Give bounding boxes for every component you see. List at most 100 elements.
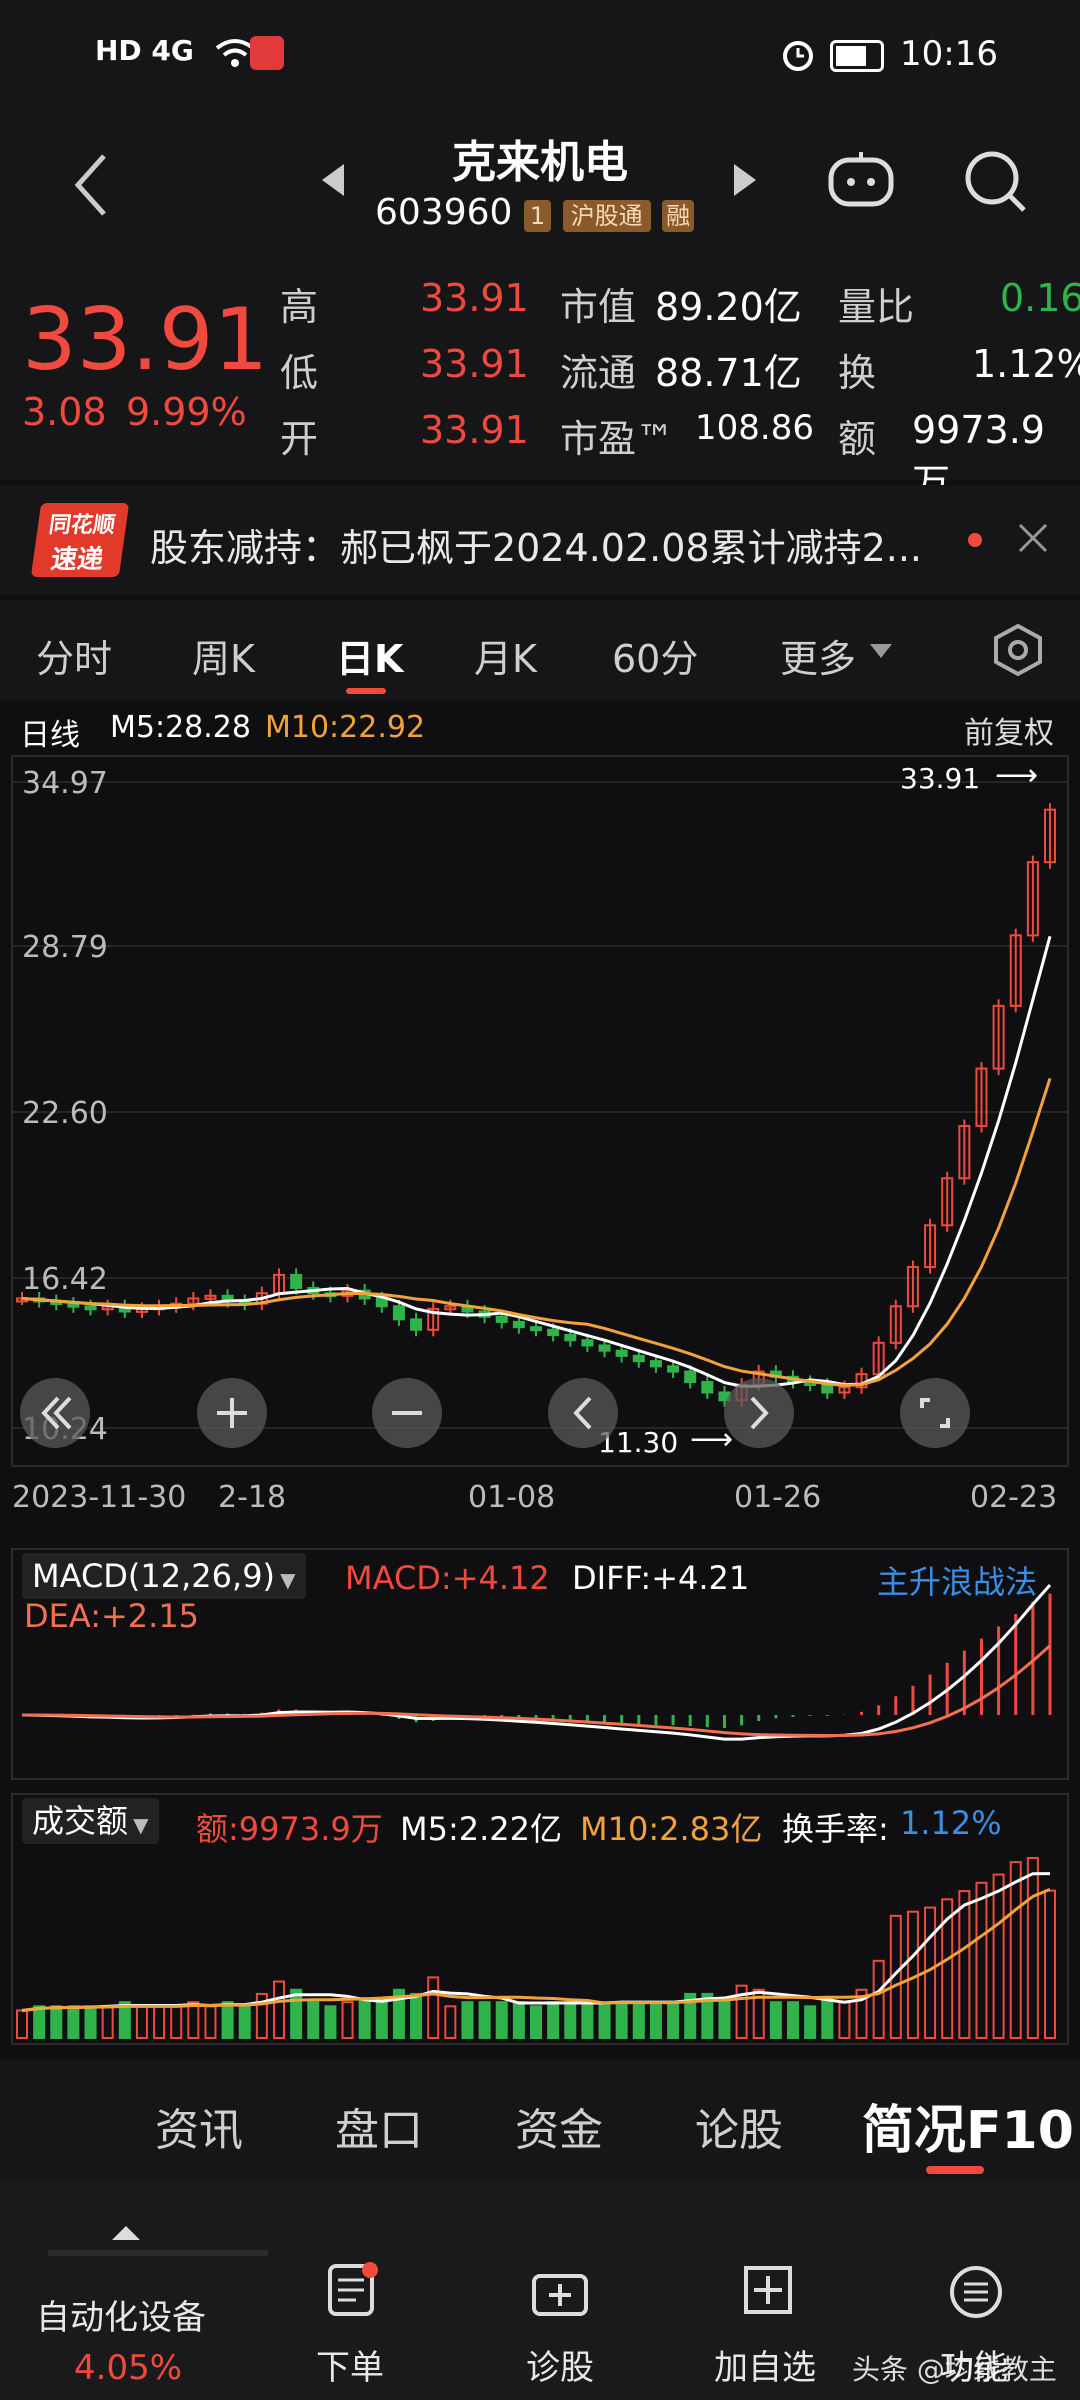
label-amount: 额 (838, 417, 877, 461)
volume-bar (238, 2005, 251, 2040)
volume-bar (135, 2005, 148, 2040)
battery-icon (830, 40, 884, 72)
add-watchlist-icon[interactable] (742, 2264, 794, 2320)
y-label-1: 28.79 (22, 930, 108, 965)
quote-panel: 33.91 3.08 9.99% 高 33.91 市值 89.20亿 量比 0.… (0, 250, 1080, 505)
news-logo-bottom: 速递 (49, 545, 106, 575)
news-text[interactable]: 股东减持：郝已枫于2024.02.08累计减持2... (150, 517, 922, 572)
last-price: 33.91 (22, 290, 269, 390)
volume-bar (838, 2001, 851, 2039)
candle-body (581, 1339, 594, 1347)
volume-bar (1044, 1889, 1056, 2039)
volume-bar (787, 2001, 799, 2039)
robot-assistant-icon[interactable] (825, 150, 897, 214)
app-notification-icon (250, 36, 284, 70)
tab-profile-f10[interactable]: 简况F10 (862, 2088, 1074, 2163)
volume-bar (1009, 1861, 1022, 2039)
candle-body (615, 1349, 628, 1357)
label-volume-ratio: 量比 (838, 285, 915, 329)
tab-intraday[interactable]: 分时 (36, 628, 112, 683)
x-label-3: 01-26 (734, 1480, 822, 1515)
volume-bar (221, 2001, 234, 2039)
candle-body (410, 1318, 423, 1331)
stock-code-row: 603960 1 沪股通 融 (375, 192, 695, 233)
diagnose-button[interactable]: 诊股 (526, 2340, 594, 2389)
tab-monthly[interactable]: 月K (474, 628, 537, 683)
sector-change: 4.05% (74, 2348, 183, 2388)
fullscreen-button[interactable] (900, 1378, 970, 1448)
tab-discussion[interactable]: 论股 (695, 2094, 783, 2158)
expand-up-icon[interactable] (112, 2224, 140, 2246)
scroll-left-fast-button[interactable] (20, 1378, 90, 1448)
zoom-in-button[interactable] (197, 1378, 267, 1448)
tab-60min[interactable]: 60分 (612, 628, 698, 683)
scroll-right-button[interactable] (724, 1378, 794, 1448)
sector-name[interactable]: 自动化设备 (36, 2290, 206, 2339)
volume-bar (290, 1988, 303, 2040)
max-price-label: 33.91 (900, 762, 981, 795)
unread-dot-icon (968, 533, 982, 547)
diagnose-icon[interactable] (530, 2266, 590, 2322)
dropdown-icon (870, 644, 892, 664)
value-volume-ratio: 0.16 (1000, 276, 1080, 320)
wifi-icon (215, 38, 255, 72)
candle-body (701, 1381, 714, 1394)
volume-bar (410, 1992, 423, 2039)
volume-bar (84, 2005, 97, 2040)
tab-capital[interactable]: 资金 (515, 2094, 603, 2158)
search-icon[interactable] (962, 148, 1028, 218)
candle-body (512, 1320, 525, 1329)
volume-bar (461, 2001, 474, 2039)
volume-svg (11, 1793, 1069, 2045)
candle-body (547, 1328, 560, 1337)
volume-bar (598, 2001, 611, 2039)
period-tabs: 分时 周K 日K 月K 60分 更多 (0, 600, 1080, 700)
volume-bar (358, 1997, 371, 2040)
scroll-left-button[interactable] (548, 1378, 618, 1448)
candle-body (290, 1273, 303, 1289)
menu-icon[interactable] (948, 2264, 1004, 2324)
volume-bar (375, 1997, 388, 2040)
volume-bar (667, 2001, 680, 2039)
bottom-bar: 自动化设备 4.05% 下单 诊股 加自选 功能 头条 @均线教主 (0, 2180, 1080, 2400)
tab-more[interactable]: 更多 (780, 628, 856, 683)
zoom-out-button[interactable] (372, 1378, 442, 1448)
order-icon[interactable] (326, 2262, 378, 2322)
volume-bar (341, 2001, 354, 2039)
price-change-pct: 9.99% (126, 390, 247, 434)
candle-body (632, 1354, 645, 1363)
tab-daily[interactable]: 日K (336, 628, 403, 683)
volume-bar (821, 1997, 834, 2040)
candle-body (667, 1365, 680, 1373)
value-float-cap: 88.71亿 (655, 351, 802, 395)
value-market-cap: 89.20亿 (655, 285, 802, 329)
x-label-0: 2023-11-30 (12, 1480, 187, 1515)
label-low: 低 (280, 351, 319, 395)
candle-body (564, 1334, 577, 1342)
add-watchlist-button[interactable]: 加自选 (714, 2340, 816, 2389)
tab-weekly[interactable]: 周K (192, 628, 255, 683)
volume-panel[interactable]: 成交额 ▼ 额:9973.9万 M5:2.22亿 M10:2.83亿 换手率: … (0, 1790, 1080, 2050)
back-icon[interactable] (70, 150, 110, 224)
settings-icon[interactable] (990, 622, 1046, 682)
macd-panel[interactable]: MACD(12,26,9) ▼ MACD:+4.12 DIFF:+4.21 主升… (0, 1545, 1080, 1785)
close-icon[interactable] (1016, 521, 1050, 559)
volume-bar (170, 2005, 183, 2040)
clock: 10:16 (900, 34, 998, 74)
badge-market: 沪股通 (562, 200, 651, 232)
active-tab-indicator (346, 688, 386, 694)
kline-chart[interactable]: 日线 M5:28.28 M10:22.92 前复权 34.97 28.79 22… (0, 700, 1080, 1550)
volume-bar (67, 2005, 80, 2040)
next-stock-icon[interactable] (732, 162, 758, 202)
volume-bar (649, 2001, 662, 2039)
value-turnover: 1.12% (972, 342, 1080, 386)
x-label-4: 02-23 (970, 1480, 1058, 1515)
tab-orderbook[interactable]: 盘口 (335, 2094, 423, 2158)
volume-bar (547, 2001, 560, 2039)
tab-news[interactable]: 资讯 (155, 2094, 243, 2158)
volume-bar (204, 2005, 217, 2040)
volume-bar (153, 2005, 166, 2040)
value-high: 33.91 (420, 276, 529, 320)
news-ticker[interactable]: 同花顺 速递 股东减持：郝已枫于2024.02.08累计减持2... (0, 485, 1080, 595)
order-button[interactable]: 下单 (316, 2340, 384, 2389)
